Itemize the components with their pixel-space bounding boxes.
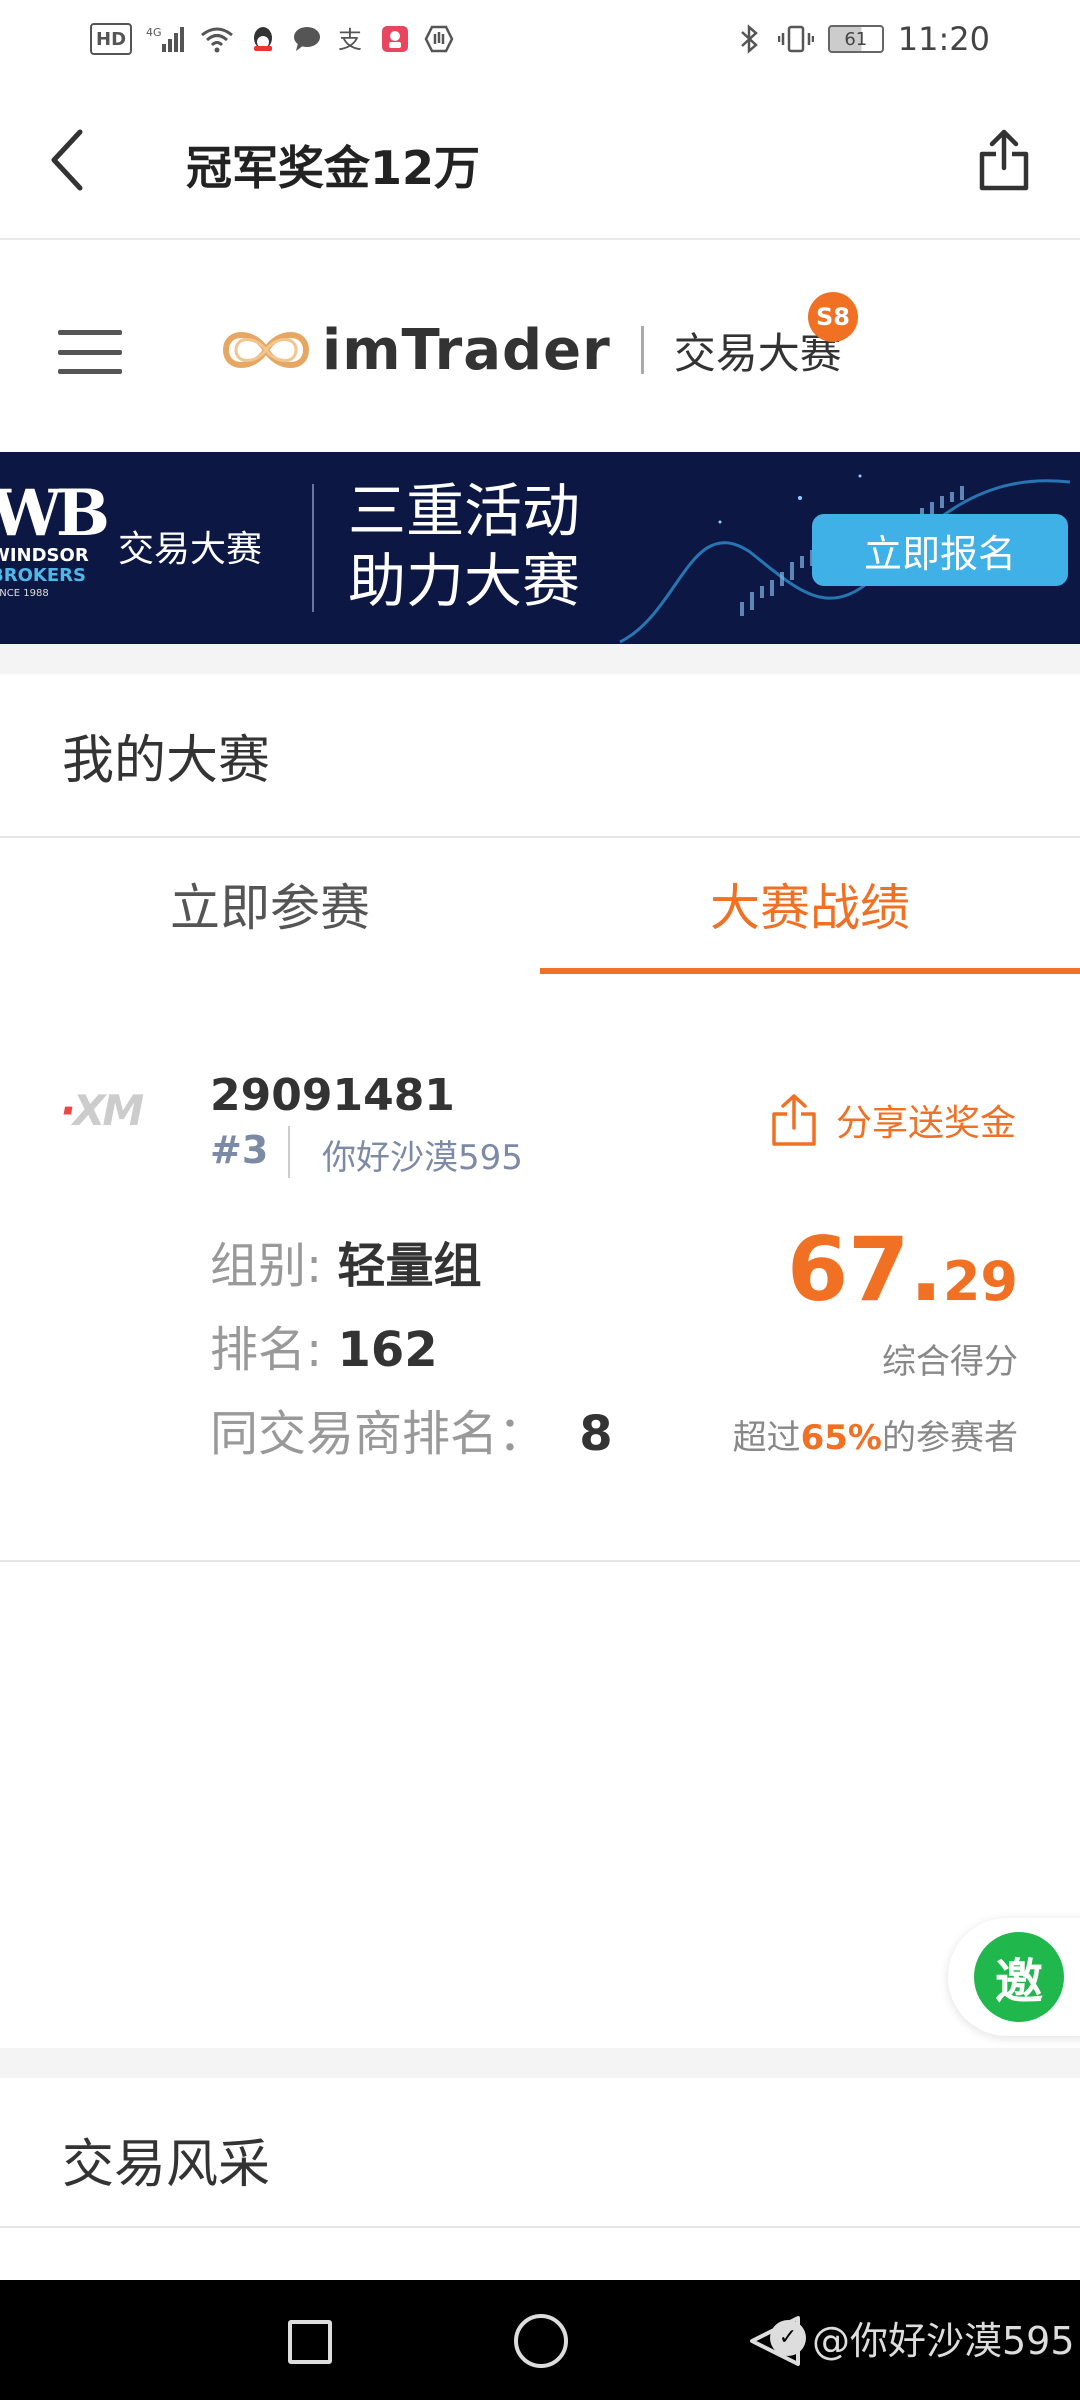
share-icon (979, 129, 1029, 191)
brand-name: imTrader (322, 317, 611, 383)
menu-icon-bar (58, 349, 122, 355)
home-button[interactable] (514, 2314, 568, 2368)
wb-mark: WB (0, 476, 110, 551)
register-now-button[interactable]: 立即报名 (812, 514, 1068, 586)
card-divider (0, 1560, 1080, 1562)
battery-indicator: 61 (827, 25, 884, 53)
vibrate-icon (777, 23, 814, 55)
qq-icon (248, 23, 278, 55)
menu-button[interactable] (58, 330, 122, 374)
score-integer: 67. (786, 1218, 943, 1321)
watermark: ✓ @你好沙漠595 (770, 2310, 1075, 2365)
wb-line1: WINDSOR (0, 545, 89, 566)
banner-label: 交易大赛 (118, 529, 263, 570)
hand-icon (424, 23, 454, 55)
group-value: 轻量组 (337, 1238, 482, 1294)
bluetooth-icon (734, 23, 764, 55)
banner-headline-line2: 助力大赛 (348, 547, 581, 615)
wifi-icon (200, 23, 234, 55)
account-number: 29091481 (210, 1070, 455, 1121)
rank-divider (288, 1126, 290, 1178)
rank-tag: #3 (210, 1128, 269, 1172)
recents-button[interactable] (288, 2320, 332, 2364)
xm-broker-logo: ·XM (60, 1086, 144, 1135)
wb-line2: BROKERS (0, 565, 86, 586)
season-badge: S8 (808, 292, 858, 342)
brand-logo: imTrader 交易大赛 (220, 300, 842, 400)
beat-prefix: 超过 (732, 1418, 801, 1458)
invite-label: 邀 (974, 1932, 1064, 2022)
beat-suffix: 的参赛者 (882, 1418, 1018, 1458)
section-gap (0, 2048, 1080, 2078)
score-label: 综合得分 (882, 1342, 1018, 1382)
menu-icon-bar (58, 330, 122, 335)
svg-text:4G: 4G (146, 26, 162, 39)
tab-join-now[interactable]: 立即参赛 (0, 868, 540, 978)
broker-rank-value: 8 (579, 1406, 613, 1462)
contest-tabs: 立即参赛 大赛战绩 (0, 838, 1080, 978)
beat-pct: 65% (800, 1418, 882, 1458)
beat-percentage: 超过65%的参赛者 (733, 1410, 1018, 1459)
share-bonus-button[interactable]: 分享送奖金 (770, 1092, 1016, 1148)
status-right: 61 11:20 (734, 20, 990, 58)
section-divider (0, 2226, 1080, 2228)
menu-icon-bar (58, 369, 122, 374)
invite-button[interactable]: 邀 (948, 1918, 1080, 2036)
status-bar: HD 4G 支 61 11:20 (0, 0, 1080, 78)
chevron-left-icon (51, 129, 83, 191)
back-button[interactable] (36, 128, 100, 192)
brand-header: imTrader 交易大赛 S8 (0, 240, 1080, 452)
trading-style-title: 交易风采 (62, 2135, 271, 2195)
status-left: HD 4G 支 (90, 23, 454, 55)
my-contest-title: 我的大赛 (62, 731, 271, 791)
svg-text:支: 支 (338, 26, 362, 54)
rank-row: 排名: 162 (210, 1310, 438, 1380)
system-nav-bar: ✓ @你好沙漠595 (0, 2280, 1080, 2400)
group-label: 组别: (210, 1238, 323, 1294)
clock: 11:20 (897, 20, 990, 58)
windsor-brokers-logo: WB WINDSOR BROKERS SINCE 1988 (0, 476, 110, 612)
share-icon (772, 1094, 816, 1146)
broker-rank-label: 同交易商排名： (210, 1406, 547, 1462)
active-tab-indicator (540, 968, 1080, 974)
app-red-icon (380, 23, 410, 55)
message-icon (292, 23, 322, 55)
nickname: 你好沙漠595 (322, 1138, 523, 1178)
alipay-icon: 支 (336, 23, 366, 55)
infinity-logo-icon (222, 332, 310, 368)
share-button[interactable] (968, 124, 1040, 196)
weibo-icon: ✓ (770, 2319, 806, 2356)
page-title: 冠军奖金12万 (186, 141, 481, 195)
banner-headline: 三重活动 助力大赛 (348, 476, 580, 616)
banner-headline-line1: 三重活动 (348, 477, 581, 545)
promo-banner[interactable]: WB WINDSOR BROKERS SINCE 1988 交易大赛 三重活动 … (0, 452, 1080, 644)
rank-label: 排名: (210, 1322, 323, 1378)
tab-contest-record[interactable]: 大赛战绩 (540, 868, 1080, 978)
watermark-text: @你好沙漠595 (812, 2319, 1075, 2363)
group-row: 组别: 轻量组 (210, 1226, 481, 1296)
brand-separator (640, 326, 644, 374)
banner-divider (312, 484, 314, 612)
section-gap (0, 644, 1080, 674)
signal-icon: 4G (146, 23, 186, 55)
broker-rank-row: 同交易商排名： 8 (210, 1394, 613, 1464)
wb-since: SINCE 1988 (0, 588, 49, 599)
share-bonus-label: 分享送奖金 (836, 1103, 1017, 1144)
xm-logo-text: XM (72, 1086, 144, 1135)
score-decimal: 29 (942, 1250, 1018, 1313)
hd-icon: HD (90, 23, 133, 55)
composite-score: 67.29 (787, 1218, 1018, 1321)
rank-value: 162 (337, 1322, 438, 1378)
title-bar: 冠军奖金12万 (0, 100, 1080, 220)
